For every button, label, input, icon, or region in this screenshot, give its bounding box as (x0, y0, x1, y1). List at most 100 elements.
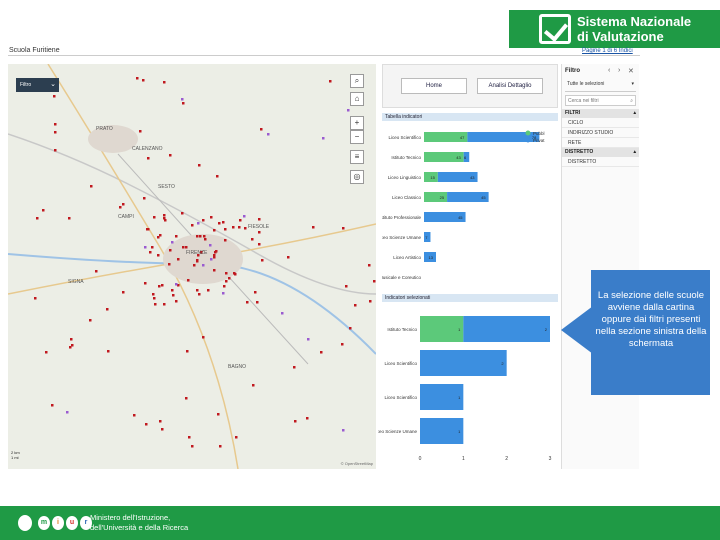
school-marker (260, 128, 263, 131)
school-marker (136, 77, 139, 80)
school-marker (254, 291, 257, 294)
school-marker (256, 301, 259, 304)
filter-group[interactable]: DISTRETTO ▴ (562, 148, 639, 157)
layer-dropdown[interactable]: Filtro ⌄ (16, 78, 59, 92)
tick-label: 1 (462, 456, 465, 462)
school-marker (222, 292, 225, 295)
school-marker (244, 227, 247, 230)
data-label: 43 (470, 175, 475, 180)
school-marker (90, 185, 93, 188)
school-marker (196, 259, 199, 262)
school-marker (232, 226, 235, 229)
school-marker (122, 291, 125, 294)
school-marker (45, 351, 48, 354)
map-label: SIGNA (68, 279, 84, 285)
zoom-in-button[interactable]: + (350, 116, 364, 130)
school-marker (169, 249, 172, 252)
selected-indicators-chart[interactable]: Istituto Tecnico 1 2Liceo Scientifico 2Lice… (378, 304, 558, 470)
map-label: BAGNO (228, 364, 247, 370)
group-label: DISTRETTO (565, 149, 594, 155)
school-marker (293, 366, 296, 369)
dropdown-label: Filtro (20, 82, 32, 88)
ministry-line1: Ministero dell'Istruzione, (90, 513, 171, 522)
tick-label: 2 (505, 456, 508, 462)
zoom-out-button[interactable]: − (350, 130, 364, 144)
school-marker (204, 238, 207, 241)
school-marker (223, 285, 226, 288)
data-label: 45 (458, 215, 463, 220)
school-marker (161, 284, 164, 287)
indicators-chart[interactable]: Liceo Scientifico 47 78Istituto Tecnico 43 6… (382, 124, 558, 292)
locate-icon[interactable]: ◎ (350, 170, 364, 184)
school-marker (261, 259, 264, 262)
close-icon[interactable]: ✕ (628, 67, 634, 75)
school-marker (354, 304, 357, 307)
bar (420, 350, 507, 376)
filter-item[interactable]: DISTRETTO (562, 157, 639, 167)
school-marker (153, 297, 156, 300)
filter-select[interactable]: Tutte le selezioni ▾ (565, 81, 636, 92)
school-marker (199, 235, 202, 238)
school-marker (342, 227, 345, 230)
category-label: Istituto Professionale (382, 215, 421, 220)
school-marker (147, 228, 150, 231)
home-icon[interactable]: ⌂ (350, 92, 364, 106)
school-map[interactable]: Filtro ⌄ ⌕ ⌂ + − ≡ ◎ PRATO FIRENZE CALENZ… (8, 64, 376, 469)
school-marker (169, 154, 172, 157)
school-marker (203, 235, 206, 238)
school-marker (191, 445, 194, 448)
school-marker (68, 217, 71, 220)
search-placeholder: Cerca nei filtri (568, 98, 599, 104)
filter-group[interactable]: FILTRI ▴ (562, 109, 639, 118)
school-marker (191, 224, 194, 227)
miur-logo-letter: u (66, 516, 78, 530)
school-marker (153, 216, 156, 219)
data-label: 43 (456, 155, 461, 160)
filter-item[interactable]: INDIRIZZO STUDIO (562, 128, 639, 138)
school-marker (171, 289, 174, 292)
school-marker (36, 217, 39, 220)
chevron-up-icon: ▴ (633, 149, 636, 155)
school-marker (233, 272, 236, 275)
detail-analysis-button[interactable]: Analisi Dettaglio (477, 78, 543, 94)
school-marker (196, 235, 199, 238)
school-marker (349, 327, 352, 330)
school-marker (207, 289, 210, 292)
school-marker (186, 350, 189, 353)
map-label: CAMPI (118, 214, 134, 220)
school-marker (181, 98, 184, 101)
bar (420, 316, 464, 342)
school-marker (216, 175, 219, 178)
home-button[interactable]: Home (401, 78, 467, 94)
school-marker (202, 336, 205, 339)
bar (463, 316, 550, 342)
filter-item[interactable]: CICLO (562, 118, 639, 128)
filter-search-input[interactable]: Cerca nei filtri ⌕ (565, 95, 636, 106)
filter-panel: Filtro ‹ › ✕ Tutte le selezioni ▾ Cerca n… (561, 64, 639, 469)
school-marker (197, 222, 200, 225)
school-marker (152, 293, 155, 296)
school-marker (368, 264, 371, 267)
school-marker (70, 338, 73, 341)
map-canvas[interactable] (8, 64, 376, 469)
school-marker (209, 244, 212, 247)
school-marker (228, 277, 231, 280)
school-marker (238, 226, 241, 229)
filter-item[interactable]: RETE (562, 138, 639, 148)
layers-icon[interactable]: ≡ (350, 150, 364, 164)
school-marker (219, 445, 222, 448)
school-marker (122, 203, 125, 206)
search-icon[interactable]: ⌕ (350, 74, 364, 88)
school-marker (42, 209, 45, 212)
school-marker (217, 413, 220, 416)
collapse-icon[interactable]: ‹ (608, 67, 610, 74)
category-label: Liceo Scientifico (388, 135, 421, 140)
school-marker (181, 212, 184, 215)
school-marker (163, 214, 166, 217)
page-navigator[interactable]: Pagine 1 di 6 Indici (582, 48, 633, 54)
section-header: Indicatori selezionati (382, 294, 558, 302)
school-marker (119, 206, 122, 209)
bar (420, 384, 464, 410)
expand-icon[interactable]: › (618, 67, 620, 74)
divider (8, 55, 640, 56)
